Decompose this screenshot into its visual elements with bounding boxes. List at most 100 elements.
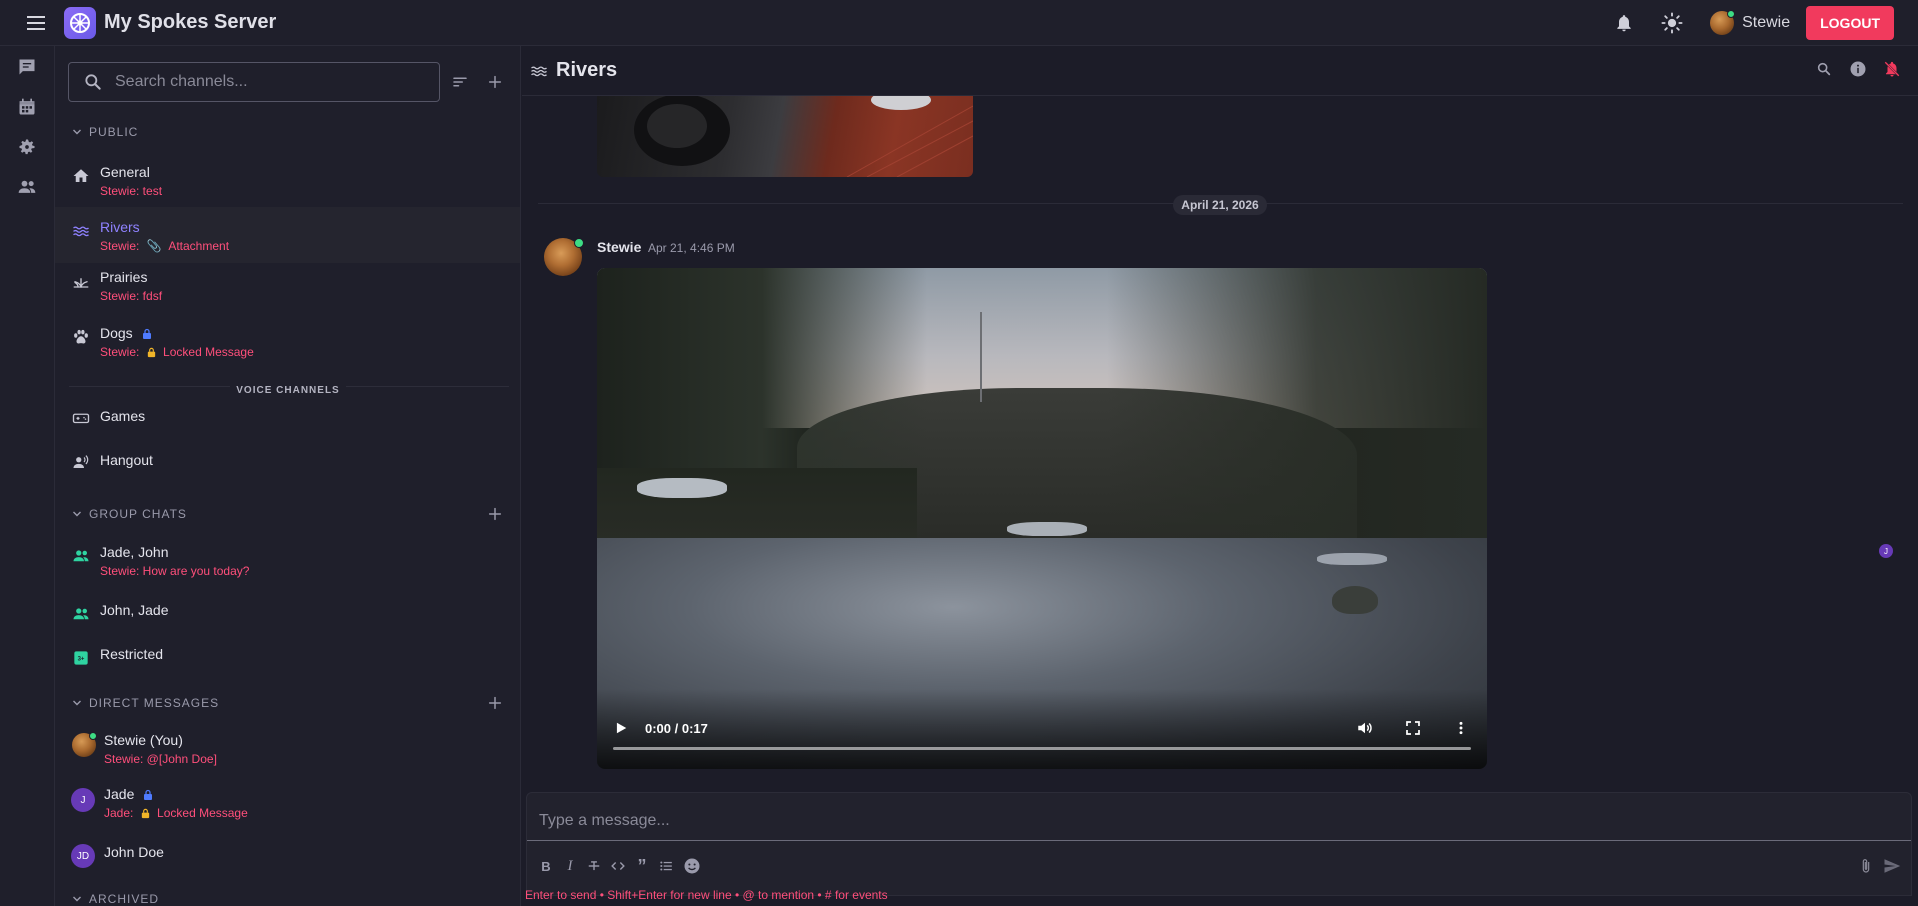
date-separator: April 21, 2026 — [522, 195, 1918, 215]
info-icon[interactable] — [1848, 59, 1868, 79]
channel-name-text: Dogs — [100, 325, 133, 341]
fullscreen-icon[interactable] — [1403, 718, 1423, 738]
date-label: April 21, 2026 — [1173, 195, 1267, 215]
message-author[interactable]: Stewie — [597, 239, 641, 255]
lock-icon — [142, 329, 151, 340]
preview-text: Locked Message — [157, 806, 248, 820]
notifications-bell-icon[interactable] — [1612, 11, 1636, 35]
channel-header: Rivers — [522, 46, 1918, 96]
calendar-icon[interactable] — [15, 95, 39, 119]
last-message-preview: Stewie: fdsf — [100, 289, 163, 303]
group-icon — [71, 546, 91, 566]
dm-item-self[interactable]: Stewie (You) Stewie: @[John Doe] — [55, 724, 520, 780]
lock-icon — [141, 809, 149, 819]
preview-author: Stewie: — [100, 345, 140, 359]
last-message-preview: Jade: Locked Message — [104, 806, 248, 820]
left-rail — [0, 46, 55, 906]
sort-icon[interactable] — [450, 72, 470, 92]
dm-name: Jade — [104, 786, 154, 802]
group-chat-item[interactable]: John, Jade — [55, 594, 520, 634]
people-icon[interactable] — [15, 175, 39, 199]
channel-name: Dogs — [100, 325, 153, 341]
section-public-toggle[interactable]: PUBLIC — [71, 122, 138, 142]
preview-text: Attachment — [168, 239, 230, 253]
volume-icon[interactable] — [1355, 718, 1375, 738]
section-archived-toggle[interactable]: ARCHIVED — [71, 889, 159, 906]
waves-icon — [530, 62, 548, 80]
preview-text: Locked Message — [163, 345, 254, 359]
group-chat-item[interactable]: Jade, John Stewie: How are you today? — [55, 536, 520, 592]
user-menu[interactable]: Stewie — [1710, 10, 1790, 35]
message-input[interactable] — [527, 793, 1911, 841]
preview-author: Jade: — [104, 806, 134, 820]
emoji-icon[interactable] — [683, 857, 701, 875]
app-title: My Spokes Server — [104, 11, 277, 33]
chevron-down-icon — [73, 700, 81, 706]
italic-icon[interactable]: I — [561, 857, 579, 875]
section-direct-messages-toggle[interactable]: DIRECT MESSAGES — [71, 693, 219, 713]
avatar: JD — [71, 844, 95, 868]
send-icon[interactable] — [1883, 857, 1901, 875]
add-direct-message-icon[interactable] — [485, 693, 505, 713]
search-input[interactable] — [115, 73, 435, 91]
quote-icon[interactable]: ” — [633, 856, 651, 876]
video-progress-bar[interactable] — [613, 747, 1471, 750]
message-author-avatar[interactable] — [544, 238, 584, 276]
group-chat-item-restricted[interactable]: 3+ Restricted — [55, 638, 520, 678]
video-frame-snow — [637, 478, 727, 498]
waves-icon — [71, 221, 91, 241]
search-icon — [83, 72, 103, 92]
avatar — [72, 732, 97, 757]
gamepad-icon — [71, 408, 91, 428]
voice-channels-header: VOICE CHANNELS — [55, 380, 520, 396]
settings-gear-icon[interactable] — [15, 135, 39, 159]
code-icon[interactable] — [609, 857, 627, 875]
video-time: 0:00 / 0:17 — [645, 721, 708, 736]
chevron-down-icon — [73, 511, 81, 517]
video-controls: 0:00 / 0:17 — [597, 709, 1487, 769]
section-label: ARCHIVED — [89, 892, 160, 906]
voice-channel-hangout[interactable]: Hangout — [55, 442, 520, 482]
message-timestamp: Apr 21, 4:46 PM — [648, 241, 735, 255]
read-receipt-avatar[interactable]: J — [1879, 544, 1893, 558]
logout-button[interactable]: LOGOUT — [1806, 6, 1894, 40]
channel-item-general[interactable]: General Stewie: test — [55, 158, 520, 214]
avatar: J — [71, 788, 95, 812]
search-box — [68, 62, 440, 102]
notifications-off-icon[interactable] — [1882, 59, 1902, 79]
list-icon[interactable] — [657, 857, 675, 875]
menu-icon[interactable] — [24, 11, 48, 35]
group-chat-name: Restricted — [100, 646, 164, 662]
attachment-paperclip-icon[interactable] — [1857, 857, 1875, 875]
add-channel-icon[interactable] — [485, 72, 505, 92]
theme-toggle-sun-icon[interactable] — [1660, 11, 1684, 35]
last-message-preview: Stewie: How are you today? — [100, 564, 250, 578]
voice-channel-games[interactable]: Games — [55, 398, 520, 438]
dm-name: John Doe — [104, 844, 164, 860]
dm-name: Stewie (You) — [104, 732, 183, 748]
channel-sidebar: PUBLIC General Stewie: test Rivers Stewi… — [55, 46, 521, 906]
paperclip-icon: 📎 — [146, 239, 162, 253]
section-group-chats-toggle[interactable]: GROUP CHATS — [71, 504, 187, 524]
image-attachment[interactable] — [597, 96, 973, 177]
add-group-chat-icon[interactable] — [485, 504, 505, 524]
server-logo — [64, 6, 96, 39]
chat-icon[interactable] — [15, 55, 39, 79]
dm-item-jade[interactable]: J Jade Jade: Locked Message — [55, 780, 520, 836]
play-icon[interactable] — [611, 718, 631, 738]
home-icon — [71, 166, 91, 186]
section-label: PUBLIC — [89, 125, 139, 139]
more-options-icon[interactable] — [1451, 718, 1471, 738]
strikethrough-icon[interactable] — [585, 857, 603, 875]
search-icon[interactable] — [1814, 59, 1834, 79]
channel-item-dogs[interactable]: Dogs Stewie: Locked Message — [55, 319, 520, 375]
channel-item-rivers[interactable]: Rivers Stewie: 📎 Attachment — [55, 207, 520, 263]
avatar — [1710, 10, 1736, 35]
chevron-down-icon — [73, 896, 81, 902]
channel-item-prairies[interactable]: Prairies Stewie: fdsf — [55, 263, 520, 319]
bold-icon[interactable]: B — [537, 857, 555, 875]
video-player[interactable]: 0:00 / 0:17 — [597, 268, 1487, 769]
top-right-actions: Stewie LOGOUT — [1612, 0, 1918, 46]
dm-item-john-doe[interactable]: JD John Doe — [55, 836, 520, 876]
restricted-icon: 3+ — [71, 648, 91, 668]
